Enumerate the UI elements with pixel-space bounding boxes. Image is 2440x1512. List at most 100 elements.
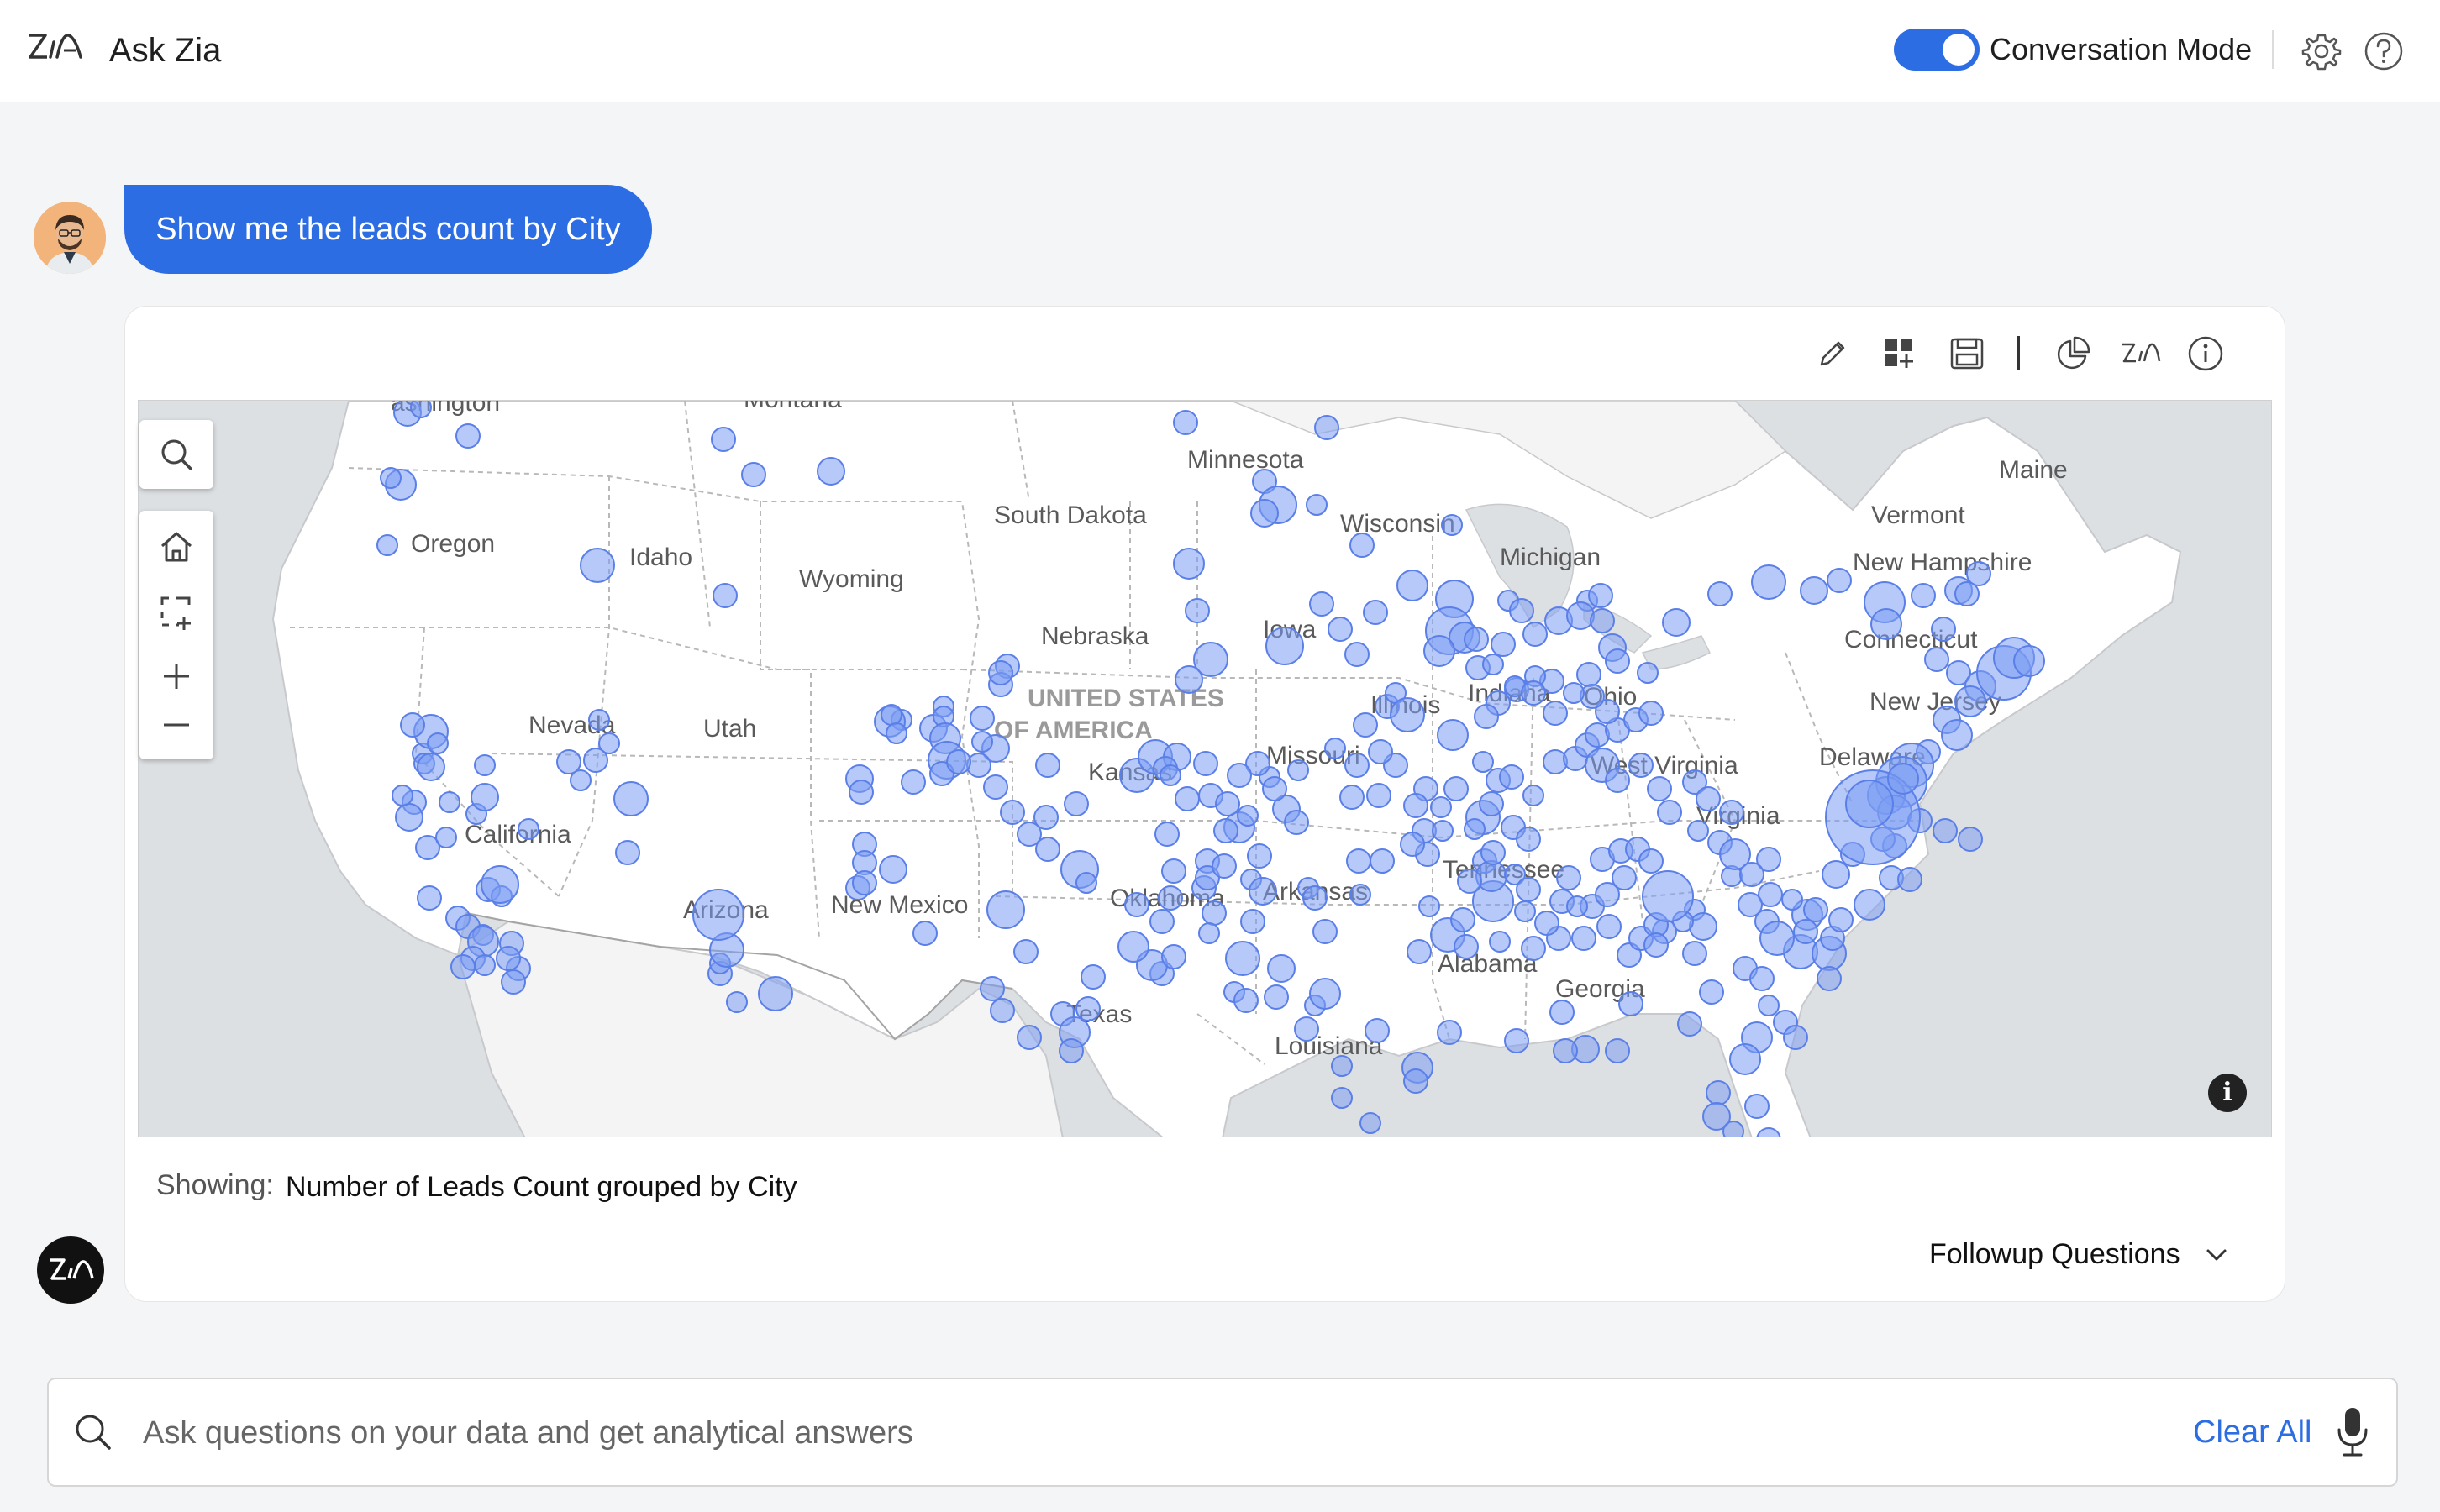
city-bubble[interactable] (1450, 907, 1475, 932)
city-bubble[interactable] (1958, 827, 1983, 852)
city-bubble[interactable] (1933, 818, 1958, 843)
city-bubble[interactable] (1612, 865, 1637, 890)
city-bubble[interactable] (1722, 1121, 1744, 1137)
save-icon[interactable] (1946, 333, 1988, 375)
city-bubble[interactable] (1366, 783, 1391, 808)
city-bubble[interactable] (1954, 581, 1980, 606)
city-bubble[interactable] (1521, 936, 1546, 961)
city-bubble[interactable] (692, 889, 744, 941)
city-bubble[interactable] (400, 712, 425, 738)
city-bubble[interactable] (1464, 818, 1486, 840)
city-bubble[interactable] (1013, 939, 1039, 964)
city-bubble[interactable] (879, 855, 907, 884)
city-bubble[interactable] (1707, 581, 1733, 606)
city-bubble[interactable] (1000, 800, 1025, 825)
city-bubble[interactable] (1638, 848, 1664, 874)
city-bubble[interactable] (1677, 1011, 1702, 1037)
city-bubble[interactable] (1657, 800, 1682, 825)
city-bubble[interactable] (613, 781, 649, 816)
city-bubble[interactable] (1699, 979, 1724, 1005)
city-bubble[interactable] (1605, 768, 1630, 793)
city-bubble[interactable] (1017, 1025, 1042, 1050)
city-bubble[interactable] (1312, 919, 1338, 944)
city-bubble[interactable] (1359, 1112, 1381, 1134)
city-bubble[interactable] (1173, 410, 1198, 435)
city-bubble[interactable] (556, 749, 581, 774)
city-bubble[interactable] (1549, 1000, 1575, 1025)
city-bubble[interactable] (711, 427, 736, 452)
city-bubble[interactable] (588, 709, 610, 731)
city-bubble[interactable] (1124, 892, 1149, 917)
city-bubble[interactable] (1596, 914, 1622, 939)
edit-icon[interactable] (1812, 333, 1854, 375)
city-bubble[interactable] (1556, 865, 1581, 890)
city-bubble[interactable] (1365, 1018, 1390, 1043)
help-icon[interactable] (2363, 30, 2405, 72)
city-bubble[interactable] (1370, 848, 1395, 874)
city-bubble[interactable] (1605, 648, 1630, 674)
city-bubble[interactable] (1647, 776, 1672, 801)
microphone-icon[interactable] (2334, 1404, 2371, 1460)
city-bubble[interactable] (1339, 785, 1365, 810)
city-bubble[interactable] (435, 827, 457, 848)
city-bubble[interactable] (817, 457, 845, 486)
city-bubble[interactable] (1059, 1038, 1084, 1063)
city-bubble[interactable] (1173, 548, 1205, 580)
city-bubble[interactable] (1729, 1043, 1761, 1075)
city-bubble[interactable] (1328, 617, 1353, 642)
city-bubble[interactable] (1751, 564, 1786, 600)
city-bubble[interactable] (1267, 954, 1296, 983)
city-bubble[interactable] (1566, 895, 1588, 917)
city-bubble[interactable] (1687, 820, 1709, 842)
city-bubble[interactable] (1237, 805, 1259, 827)
city-bubble[interactable] (1262, 776, 1287, 801)
city-bubble[interactable] (901, 769, 926, 795)
city-bubble[interactable] (1247, 843, 1272, 869)
city-bubble[interactable] (1202, 900, 1227, 926)
city-bubble[interactable] (1643, 932, 1669, 958)
city-bubble[interactable] (1706, 1080, 1731, 1105)
map-search-control[interactable] (139, 420, 213, 489)
city-bubble[interactable] (417, 885, 442, 911)
city-bubble[interactable] (1817, 966, 1842, 991)
city-bubble[interactable] (1637, 662, 1659, 684)
city-bubble[interactable] (1437, 719, 1469, 751)
city-bubble[interactable] (1324, 738, 1346, 759)
city-bubble[interactable] (1403, 793, 1428, 818)
city-bubble[interactable] (496, 946, 521, 971)
city-bubble[interactable] (1543, 701, 1568, 726)
city-bubble[interactable] (1154, 822, 1180, 847)
city-bubble[interactable] (1454, 934, 1479, 959)
city-bubble[interactable] (1516, 877, 1541, 902)
city-bubble[interactable] (1346, 848, 1371, 874)
city-bubble[interactable] (1480, 840, 1506, 865)
zia-insights-icon[interactable] (2119, 333, 2161, 375)
search-icon[interactable] (155, 433, 197, 475)
city-bubble[interactable] (376, 534, 398, 556)
city-bubble[interactable] (1294, 1016, 1319, 1042)
city-bubble[interactable] (1571, 926, 1596, 951)
city-bubble[interactable] (1158, 885, 1183, 911)
city-bubble[interactable] (1302, 885, 1328, 911)
city-bubble[interactable] (1407, 939, 1432, 964)
city-bubble[interactable] (1563, 682, 1585, 704)
city-bubble[interactable] (518, 818, 539, 840)
city-bubble[interactable] (1249, 877, 1277, 906)
city-bubble[interactable] (983, 774, 1008, 800)
city-bubble[interactable] (1696, 786, 1721, 811)
add-to-dashboard-icon[interactable] (1879, 333, 1921, 375)
city-bubble[interactable] (1161, 858, 1186, 884)
city-bubble[interactable] (1344, 753, 1370, 778)
city-bubble[interactable] (1161, 944, 1186, 969)
city-bubble[interactable] (1854, 889, 1885, 921)
city-bubble[interactable] (1566, 601, 1595, 630)
city-bubble[interactable] (471, 783, 499, 811)
city-bubble[interactable] (971, 731, 993, 753)
city-bubble[interactable] (1215, 791, 1240, 816)
question-input[interactable] (143, 1399, 2143, 1467)
zoom-select-icon[interactable] (155, 591, 197, 633)
city-bubble[interactable] (886, 722, 907, 744)
city-bubble[interactable] (1081, 964, 1106, 990)
city-bubble[interactable] (410, 401, 432, 418)
city-bubble[interactable] (1035, 753, 1060, 778)
